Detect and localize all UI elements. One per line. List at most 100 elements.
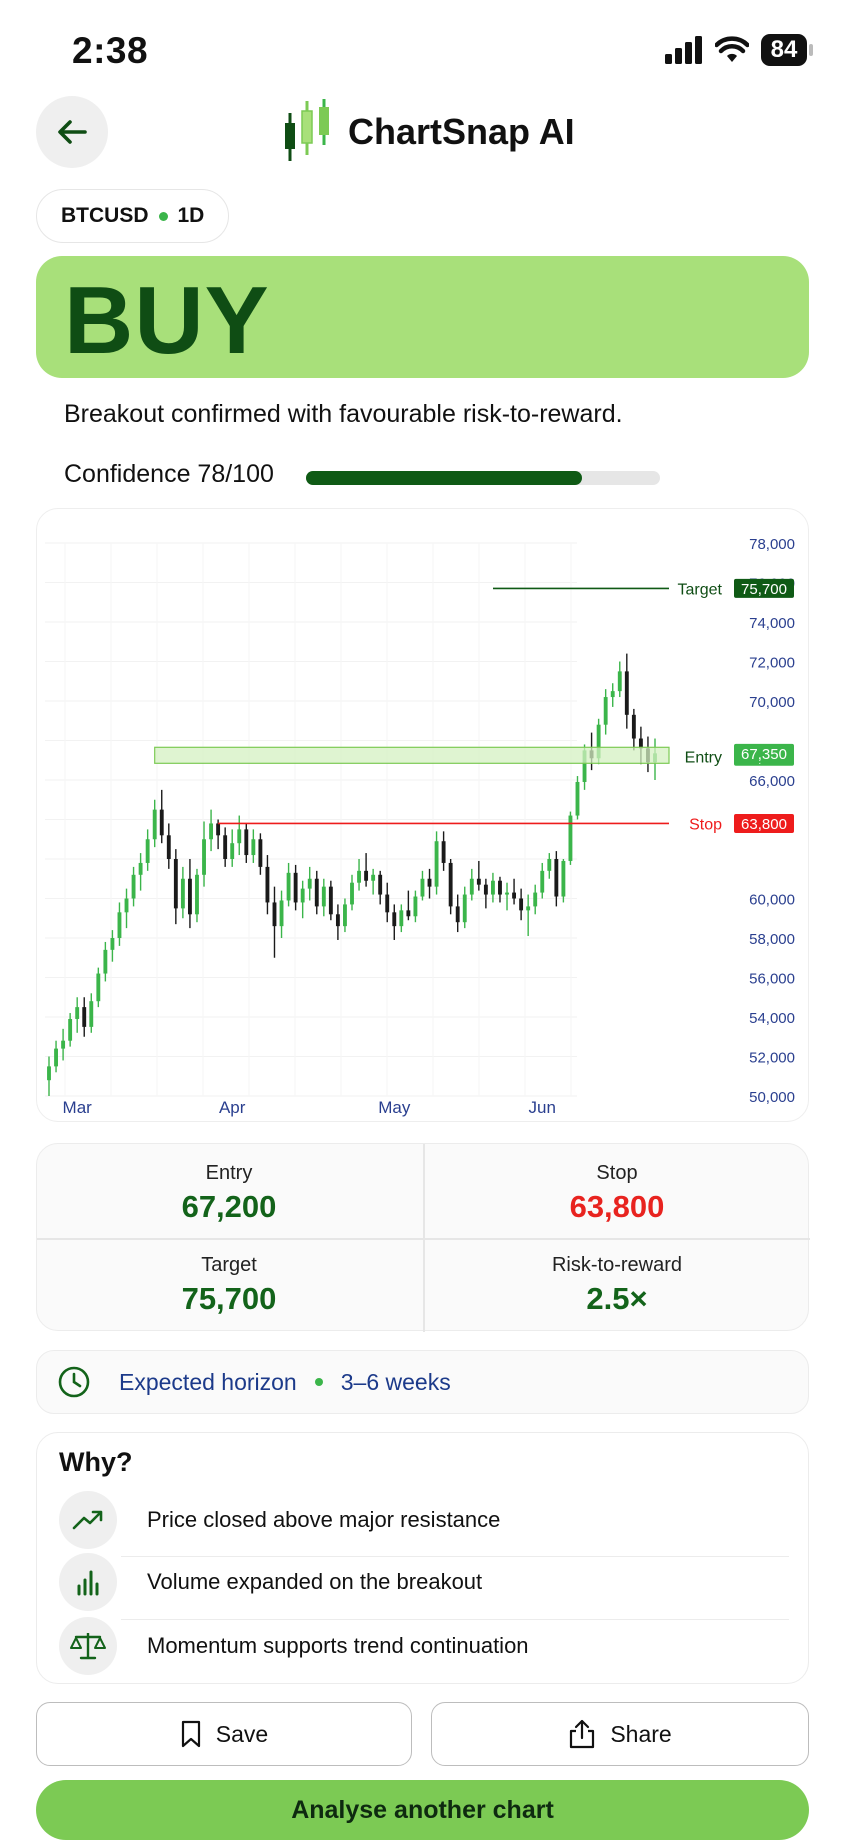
- why-item: Momentum supports trend continuation: [59, 1615, 789, 1677]
- candle-body: [441, 841, 446, 863]
- candle-body: [307, 878, 312, 889]
- x-tick-label: Jun: [529, 1098, 556, 1117]
- candle-body: [314, 878, 319, 907]
- candle-body: [490, 880, 495, 895]
- candle-body: [469, 878, 474, 895]
- target-label: Target: [201, 1254, 257, 1276]
- ticker-selector[interactable]: BTCUSD 1D: [36, 189, 230, 243]
- why-item: Price closed above major resistance: [59, 1489, 789, 1551]
- back-button[interactable]: [36, 96, 108, 168]
- candle-body: [483, 884, 488, 895]
- candle-body: [54, 1048, 58, 1067]
- y-tick-label: 58,000: [749, 931, 795, 948]
- candle-body: [117, 912, 122, 938]
- horizon-label: Expected horizon: [119, 1368, 297, 1395]
- target-cell: Target 75,700: [37, 1254, 421, 1317]
- candle-body: [166, 835, 171, 859]
- target-label: Target: [678, 581, 723, 598]
- horizon-value: 3–6 weeks: [340, 1368, 451, 1395]
- entry-value: 67,200: [181, 1189, 277, 1224]
- ticker-symbol: BTCUSD: [61, 204, 149, 227]
- candle-body: [89, 1001, 94, 1027]
- candle-body: [624, 671, 629, 715]
- stop-label: Stop: [689, 816, 722, 833]
- candle-body: [279, 900, 284, 927]
- candle-body: [237, 829, 242, 844]
- volume-bars-icon: [59, 1553, 117, 1611]
- candle-body: [371, 874, 376, 881]
- candle-body: [427, 878, 432, 887]
- candle-body: [293, 872, 298, 903]
- candle-body: [272, 902, 277, 927]
- candlestick-chart: 78,00076,00074,00072,00070,00066,00060,0…: [45, 536, 795, 1117]
- status-time: 2:38: [72, 30, 149, 71]
- candle-body: [526, 906, 531, 911]
- candle-body: [216, 823, 221, 836]
- x-tick-label: Mar: [63, 1098, 93, 1117]
- candle-body: [152, 809, 157, 840]
- candle-body: [631, 714, 636, 739]
- candle-body: [300, 888, 305, 903]
- y-tick-label: 54,000: [749, 1010, 795, 1027]
- candle-body: [124, 898, 129, 913]
- why-item-text: Momentum supports trend continuation: [147, 1633, 529, 1658]
- candle-body: [554, 859, 559, 897]
- target-tag-value: 75,700: [741, 581, 787, 598]
- candle-body: [103, 949, 108, 974]
- candle-body: [195, 874, 199, 915]
- candle-body: [180, 878, 185, 909]
- scales-icon: [59, 1617, 117, 1675]
- signal-summary: Breakout confirmed with favourable risk-…: [64, 400, 623, 428]
- candle-body: [476, 878, 481, 885]
- why-item-text: Price closed above major resistance: [147, 1507, 501, 1532]
- entry-zone: [154, 746, 670, 764]
- app-brand: ChartSnap AI: [280, 94, 575, 170]
- confidence-bar: [306, 471, 660, 485]
- price-chart[interactable]: 78,00076,00074,00072,00070,00066,00060,0…: [36, 508, 809, 1122]
- share-button[interactable]: Share: [431, 1702, 809, 1766]
- trade-levels: Entry 67,200 Stop 63,800 Target 75,700 R…: [36, 1143, 810, 1332]
- candle-body: [462, 894, 467, 923]
- signal-label: BUY: [64, 267, 270, 374]
- levels-divider-horizontal: [37, 1238, 810, 1240]
- candle-body: [378, 874, 383, 895]
- x-tick-label: May: [378, 1098, 411, 1117]
- analyse-another-chart-button[interactable]: Analyse another chart: [36, 1780, 809, 1840]
- candle-body: [420, 878, 425, 897]
- candle-body: [364, 870, 369, 881]
- save-label: Save: [215, 1720, 269, 1747]
- why-item: Volume expanded on the breakout: [59, 1551, 789, 1613]
- candle-body: [385, 894, 390, 913]
- y-tick-label: 56,000: [749, 971, 795, 988]
- candle-body: [244, 829, 249, 856]
- cellular-signal-icon: [665, 36, 702, 64]
- candle-body: [47, 1066, 51, 1081]
- candle-body: [223, 835, 228, 859]
- candle-body: [131, 874, 136, 899]
- y-tick-label: 52,000: [749, 1050, 795, 1067]
- why-card: Why? Price closed above major resistance…: [36, 1432, 809, 1684]
- ticker-timeframe: 1D: [177, 204, 205, 227]
- candle-body: [610, 691, 615, 698]
- candle-body: [413, 896, 418, 917]
- candle-body: [498, 880, 502, 895]
- candle-body: [603, 697, 608, 725]
- candle-body: [328, 886, 333, 915]
- candle-body: [159, 809, 164, 836]
- stop-cell: Stop 63,800: [425, 1162, 809, 1225]
- candle-body: [187, 878, 192, 915]
- candle-body: [75, 1007, 80, 1019]
- candle-body: [399, 910, 404, 927]
- why-item-text: Volume expanded on the breakout: [147, 1569, 483, 1594]
- y-tick-label: 66,000: [749, 773, 795, 790]
- candle-body: [96, 973, 101, 1002]
- candle-body: [505, 892, 509, 895]
- candle-body: [406, 910, 411, 917]
- risk-reward-cell: Risk-to-reward 2.5×: [425, 1254, 809, 1317]
- last-price-value: 67,350: [741, 746, 787, 763]
- candle-body: [547, 859, 552, 871]
- share-label: Share: [610, 1720, 672, 1747]
- candle-body: [61, 1040, 66, 1049]
- confidence-label: Confidence 78/100: [64, 460, 274, 488]
- save-button[interactable]: Save: [36, 1702, 412, 1766]
